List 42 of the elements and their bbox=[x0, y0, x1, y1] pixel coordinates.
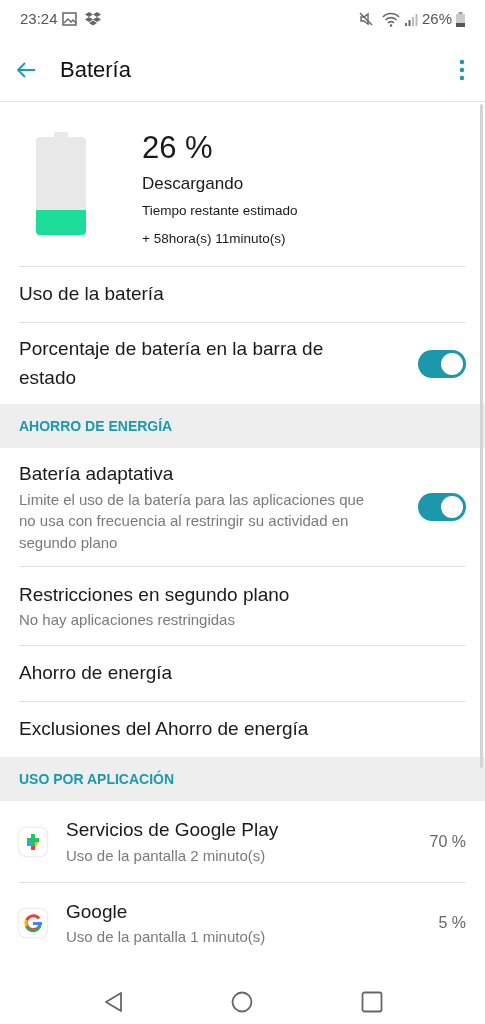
dropbox-icon bbox=[84, 12, 101, 26]
setting-title: Exclusiones del Ahorro de energía bbox=[19, 717, 310, 742]
usage-percent: 70 % bbox=[429, 831, 466, 852]
usage-percent: 5 % bbox=[438, 913, 466, 933]
app-usage-row[interactable]: Google Uso de la pantalla 1 minuto(s) 5 % bbox=[19, 882, 466, 963]
screen-usage: Uso de la pantalla 1 minuto(s) bbox=[66, 927, 267, 948]
toggle-switch[interactable] bbox=[418, 349, 466, 378]
toggle-switch[interactable] bbox=[418, 492, 466, 521]
mute-icon bbox=[357, 11, 374, 27]
battery-icon bbox=[456, 11, 465, 27]
charge-state: Descargando bbox=[142, 173, 245, 195]
more-options-icon[interactable] bbox=[459, 58, 465, 81]
setting-description: Limite el uso de la batería para las aplicaciones que no usa con frecuencia al restringir su actividad en segundo plano bbox=[19, 489, 366, 553]
setting-description: No hay aplicaciones restringidas bbox=[19, 610, 236, 631]
recent-apps-icon[interactable] bbox=[360, 991, 383, 1013]
estimate-value: + 58hora(s) 11minuto(s) bbox=[142, 229, 287, 248]
page-title: Batería bbox=[60, 56, 132, 84]
setting-title: Batería adaptativa bbox=[19, 462, 175, 486]
home-icon[interactable] bbox=[230, 991, 253, 1013]
settings-row[interactable]: Restricciones en segundo plano No hay aplicaciones restringidas bbox=[19, 565, 466, 645]
setting-title: Ahorro de energía bbox=[19, 661, 174, 686]
estimate-label: Tiempo restante estimado bbox=[142, 201, 298, 220]
settings-row[interactable]: Batería adaptativa Limite el uso de la batería para las aplicaciones que no usa con frecuencia al restringir su actividad en segundo plano bbox=[19, 448, 466, 566]
screen-usage: Uso de la pantalla 2 minuto(s) bbox=[66, 845, 267, 866]
settings-row[interactable]: Uso de la batería bbox=[19, 266, 466, 322]
app-name: Google bbox=[66, 899, 129, 924]
wifi-icon bbox=[381, 11, 400, 27]
app-usage-row[interactable]: Servicios de Google Play Uso de la pantalla 2 minuto(s) 70 % bbox=[0, 801, 485, 882]
battery-percent: 26% bbox=[421, 8, 452, 29]
back-arrow-icon[interactable] bbox=[16, 61, 36, 78]
section-header: AHORRO DE ENERGÍA bbox=[0, 404, 485, 448]
image-icon bbox=[61, 12, 77, 26]
signal-icon bbox=[403, 12, 418, 26]
setting-title: Porcentaje de batería en la barra de estado bbox=[19, 337, 325, 390]
clock-time: 23:24 bbox=[20, 8, 58, 29]
setting-title: Restricciones en segundo plano bbox=[19, 582, 291, 607]
app-name: Servicios de Google Play bbox=[66, 818, 280, 843]
back-icon[interactable] bbox=[102, 991, 123, 1013]
settings-row[interactable]: Ahorro de energía bbox=[19, 645, 466, 701]
section-header: USO POR APLICACIÓN bbox=[0, 757, 485, 801]
battery-percentage: 26 % bbox=[142, 132, 214, 163]
setting-title: Uso de la batería bbox=[19, 282, 165, 307]
